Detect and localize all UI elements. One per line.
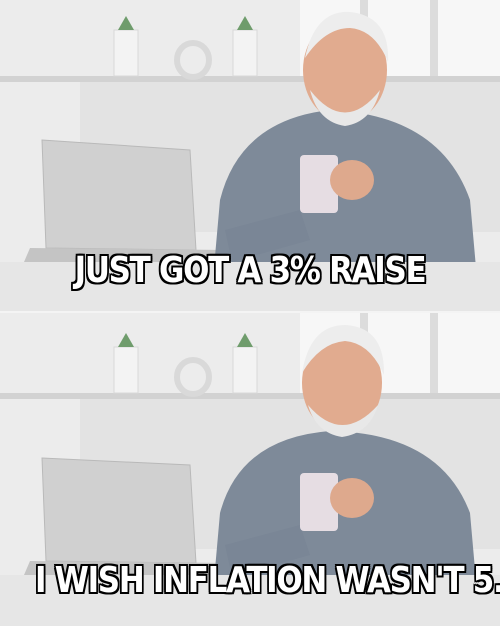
meme-image: JUST GOT A 3% RAISE I WISH INFLATION WAS…: [0, 0, 500, 626]
bottom-panel: I WISH INFLATION WASN'T 5.6%: [0, 313, 500, 626]
shelf: [0, 393, 500, 399]
top-panel: JUST GOT A 3% RAISE: [0, 0, 500, 313]
bottom-caption: I WISH INFLATION WASN'T 5.6%: [35, 560, 500, 601]
shelf: [0, 76, 500, 82]
top-caption: JUST GOT A 3% RAISE: [74, 250, 427, 291]
